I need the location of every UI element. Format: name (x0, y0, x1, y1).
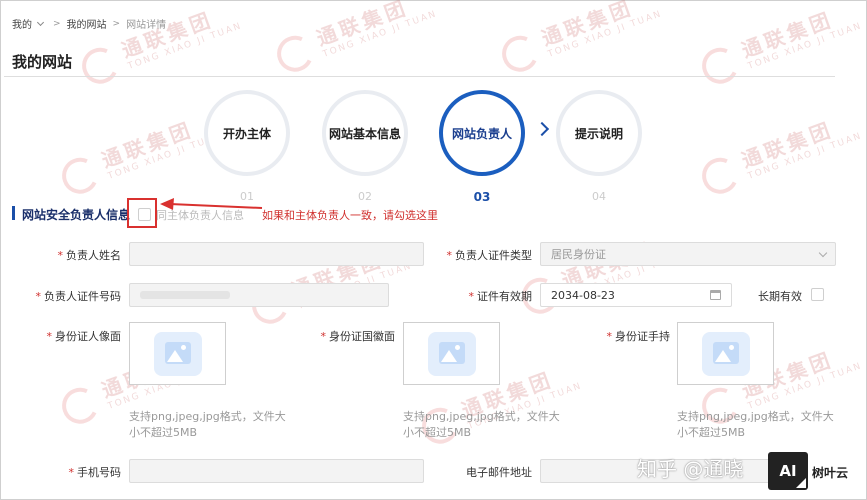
section-title: 网站安全负责人信息 (22, 208, 131, 222)
email-label: 电子邮件地址 (466, 466, 532, 479)
breadcrumb-my-site[interactable]: 我的网站 (67, 16, 107, 31)
chevron-down-icon (818, 248, 828, 258)
divider (4, 76, 835, 77)
ai-logo-text: AI (779, 462, 797, 480)
id-hand-label: * 身份证手持 (606, 330, 671, 343)
annotation-arrow-icon (160, 198, 263, 210)
upload-hint: 支持png,jpeg,jpg格式，文件大 小不超过5MB (129, 410, 286, 439)
breadcrumb-separator: > (53, 18, 61, 29)
id-number-label: * 负责人证件号码 (35, 290, 122, 303)
step-label: 提示说明 (574, 126, 623, 141)
redacted-value (140, 291, 230, 299)
id-back-upload[interactable] (403, 322, 500, 385)
owner-name-input[interactable] (129, 242, 424, 266)
step-label: 开办主体 (222, 126, 271, 141)
page-title: 我的网站 (12, 53, 73, 71)
image-placeholder-icon (153, 331, 202, 376)
section-accent-bar (12, 206, 15, 220)
id-back-label: * 身份证国徽面 (320, 330, 396, 343)
image-placeholder-icon (427, 331, 476, 376)
step-number-active: 03 (473, 190, 491, 204)
annotation-text: 如果和主体负责人一致，请勾选这里 (262, 209, 438, 222)
step-label: 网站基本信息 (328, 126, 401, 141)
id-type-select[interactable]: 居民身份证 (540, 242, 836, 266)
calendar-icon[interactable] (710, 290, 721, 300)
step-site-owner[interactable]: 网站负责人 (439, 90, 525, 176)
annotation-highlight-box (127, 198, 157, 228)
expiry-label: * 证件有效期 (468, 290, 533, 303)
upload-hint: 支持png,jpeg,jpg格式，文件大 小不超过5MB (677, 410, 834, 439)
long-term-checkbox[interactable] (811, 288, 824, 301)
id-hand-upload[interactable] (677, 322, 774, 385)
brand-watermark: 树叶云 (812, 466, 849, 480)
phone-input[interactable] (129, 459, 424, 483)
id-front-upload[interactable] (129, 322, 226, 385)
step-number: 02 (358, 190, 372, 203)
id-front-label: * 身份证人像面 (46, 330, 122, 343)
zhihu-watermark: 知乎 @通晓 (637, 457, 744, 481)
id-type-value: 居民身份证 (551, 248, 606, 261)
owner-name-label: * 负责人姓名 (57, 249, 122, 262)
expiry-date-picker[interactable]: 2034-08-23 (540, 283, 732, 307)
breadcrumb-separator: > (112, 18, 121, 29)
image-placeholder-icon (701, 331, 750, 376)
step-site-info[interactable]: 网站基本信息 (322, 90, 408, 176)
breadcrumb: 我的 > 我的网站 > 网站详情 (12, 16, 166, 31)
ai-logo: AI (768, 452, 808, 490)
step-notes[interactable]: 提示说明 (556, 90, 642, 176)
step-label: 网站负责人 (451, 126, 512, 141)
step-organizer[interactable]: 开办主体 (204, 90, 290, 176)
upload-hint: 支持png,jpeg,jpg格式，文件大 小不超过5MB (403, 410, 560, 439)
expiry-value: 2034-08-23 (551, 288, 615, 302)
breadcrumb-home[interactable]: 我的 (12, 16, 32, 31)
step-number: 04 (592, 190, 606, 203)
breadcrumb-site-detail: 网站详情 (126, 20, 167, 31)
long-term-label: 长期有效 (758, 290, 802, 303)
id-number-input[interactable] (129, 283, 389, 307)
chevron-down-icon[interactable] (36, 18, 45, 26)
phone-label: * 手机号码 (68, 466, 122, 479)
id-type-label: * 负责人证件类型 (446, 249, 533, 262)
